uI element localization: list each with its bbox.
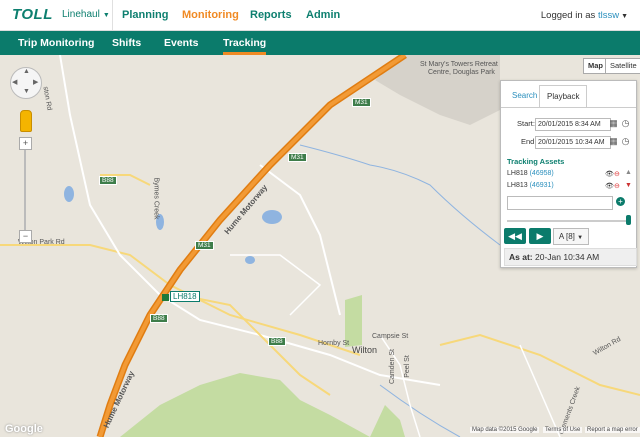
pan-control[interactable]: ▲ ▼ ◀ ▶ [10, 67, 42, 99]
divider [112, 0, 113, 30]
eye-icon[interactable]: 👁 [605, 182, 614, 190]
road-tag: B88 [99, 176, 117, 185]
zoom-in-button[interactable]: + [19, 137, 32, 150]
calendar-icon[interactable]: ▦ [608, 118, 619, 129]
end-datetime-input[interactable]: 20/01/2015 10:34 AM [535, 136, 611, 149]
user-menu[interactable]: Logged in as tlssw ▼ [541, 10, 628, 21]
as-at-value: 20-Jan 10:34 AM [535, 252, 600, 262]
nav-admin[interactable]: Admin [306, 9, 340, 21]
clock-icon[interactable]: ◷ [620, 136, 631, 147]
scroll-up-icon[interactable]: ▲ [625, 169, 632, 176]
road-line [519, 344, 561, 437]
asset-id: LH818 [507, 170, 528, 177]
road-tag: M31 [352, 98, 371, 107]
water-body [262, 210, 282, 224]
nav-monitoring[interactable]: Monitoring [182, 9, 239, 21]
remove-icon[interactable]: ⊖ [614, 182, 620, 190]
chevron-down-icon: ▼ [577, 235, 584, 241]
tab-events[interactable]: Events [164, 37, 198, 49]
nav-planning[interactable]: Planning [122, 9, 168, 21]
google-logo: Google [5, 423, 43, 435]
tracking-assets-title: Tracking Assets [507, 157, 565, 166]
tab-playback[interactable]: Playback [539, 85, 588, 108]
playback-slider-handle[interactable] [626, 215, 631, 225]
road-tag: M31 [288, 153, 307, 162]
tab-tracking[interactable]: Tracking [223, 37, 267, 55]
scroll-down-icon[interactable]: ▼ [625, 182, 632, 189]
nav-reports[interactable]: Reports [250, 9, 292, 21]
road-tag: M31 [195, 241, 214, 250]
asset-item[interactable]: LH818 (46958) [507, 170, 554, 177]
arrow-up-icon[interactable]: ▲ [23, 68, 30, 75]
speed-dropdown[interactable]: A [8] ▼ [553, 228, 589, 245]
playback-panel: Search Playback Start: 20/01/2015 8:34 A… [500, 80, 637, 268]
asset-item[interactable]: LH813 (46931) [507, 182, 554, 189]
play-button[interactable]: ▶ [529, 228, 551, 244]
add-asset-input[interactable] [507, 196, 613, 210]
org-label: Linehaul [62, 9, 100, 20]
map-label-poi: Centre, Douglas Park [428, 69, 495, 76]
chevron-down-icon: ▼ [102, 12, 110, 19]
terms-link[interactable]: Terms of Use [543, 427, 583, 433]
map-label-poi: St Mary's Towers Retreat [420, 61, 498, 68]
road-line [259, 164, 341, 316]
eye-icon[interactable]: 👁 [605, 170, 614, 178]
login-prefix: Logged in as [540, 10, 596, 21]
tab-divider [501, 107, 636, 108]
water-body [64, 186, 74, 202]
remove-icon[interactable]: ⊖ [614, 170, 620, 178]
chevron-down-icon: ▼ [621, 13, 628, 20]
road-tag: B88 [150, 314, 168, 323]
vehicle-label[interactable]: LH818 [170, 291, 200, 302]
creek-line [299, 144, 501, 246]
street-view-pegman-icon[interactable] [20, 110, 32, 132]
sub-nav: Trip Monitoring Shifts Events Tracking [0, 31, 640, 55]
map-label-road: Camden St [389, 348, 397, 385]
road-tag: B88 [268, 337, 286, 346]
as-at-status: As at: 20-Jan 10:34 AM [504, 248, 637, 266]
map-label-suburb: Wilton [352, 345, 378, 355]
map-data-attribution: Map data ©2015 Google [470, 427, 540, 433]
rewind-button[interactable]: ◀◀ [504, 228, 526, 244]
park-area [120, 373, 370, 437]
as-at-label: As at: [509, 252, 533, 262]
map-type-satellite-button[interactable]: Satellite [605, 58, 640, 74]
tab-shifts[interactable]: Shifts [112, 37, 141, 49]
top-bar: TOLL Linehaul ▼ Planning Monitoring Repor… [0, 0, 640, 31]
playback-slider-track[interactable] [507, 220, 629, 222]
report-error-link[interactable]: Report a map error [585, 427, 640, 433]
add-asset-button[interactable]: + [616, 197, 625, 206]
vehicle-marker-icon[interactable] [162, 294, 169, 301]
start-datetime-input[interactable]: 20/01/2015 8:34 AM [535, 118, 611, 131]
start-label: Start: [517, 119, 535, 128]
tab-trip-monitoring[interactable]: Trip Monitoring [18, 37, 94, 49]
arrow-left-icon[interactable]: ◀ [12, 78, 17, 86]
arrow-down-icon[interactable]: ▼ [23, 88, 30, 95]
map-label-road: Hornby St [318, 340, 350, 347]
road-line [230, 254, 322, 316]
zoom-out-button[interactable]: − [19, 230, 32, 243]
arrow-right-icon[interactable]: ▶ [33, 78, 38, 86]
asset-id: LH813 [507, 182, 528, 189]
clock-icon[interactable]: ◷ [620, 118, 631, 129]
calendar-icon[interactable]: ▦ [608, 136, 619, 147]
asset-number-link[interactable]: (46931) [530, 182, 554, 189]
map-label-road: Campsie St [372, 333, 409, 340]
asset-number-link[interactable]: (46958) [530, 170, 554, 177]
map-label-creek: Bymes Creek [152, 177, 160, 220]
zoom-slider-track[interactable] [24, 148, 26, 232]
username: tlssw [597, 10, 620, 21]
map-label-road: Peel St [403, 355, 411, 378]
water-body [245, 256, 255, 264]
toll-logo[interactable]: TOLL [12, 6, 53, 23]
speed-value: A [8] [558, 232, 575, 241]
org-dropdown[interactable]: Linehaul ▼ [62, 9, 110, 20]
park-area [370, 405, 405, 437]
